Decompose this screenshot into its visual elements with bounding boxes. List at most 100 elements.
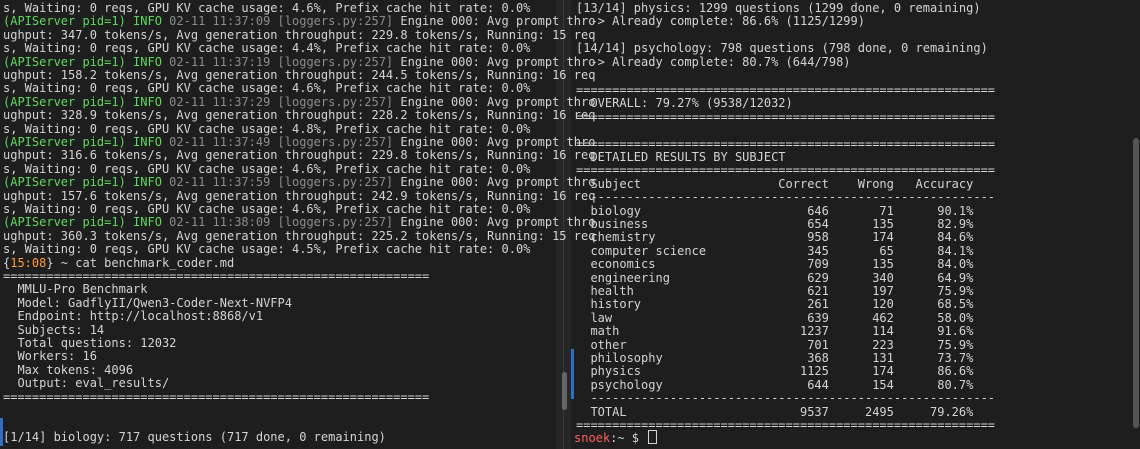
benchmark-info-text: Endpoint: http://localhost:8868/v1 [3, 309, 264, 324]
left-pane-scrollbar[interactable] [562, 372, 567, 410]
table-row: economics 709 135 84.0% [576, 257, 974, 272]
log-text: s, Waiting: 0 reqs, GPU KV cache usage: … [3, 242, 531, 257]
log-text: Engine 000: Avg prompt thro [393, 54, 596, 69]
rule-line: ========================================… [576, 164, 995, 177]
log-text: s, Waiting: 0 reqs, GPU KV cache usage: … [3, 81, 531, 96]
benchmark-info-text: Output: eval_results/ [3, 376, 170, 391]
table-row-text: biology 646 71 90.1% [576, 203, 974, 218]
prompt-time: 15:08 [10, 255, 47, 270]
dash-rule-text: ----------------------------------------… [576, 391, 996, 406]
section-title-line: DETAILED RESULTS BY SUBJECT [576, 150, 785, 164]
table-row: other 701 223 75.9% [576, 338, 973, 352]
benchmark-info-text: MMLU-Pro Benchmark [3, 282, 148, 297]
table-row: psychology 644 154 80.7% [576, 377, 974, 392]
benchmark-info-line: Total questions: 12032 [3, 336, 176, 350]
log-line: s, Waiting: 0 reqs, GPU KV cache usage: … [3, 242, 531, 257]
rule-line: ========================================… [3, 389, 430, 404]
prompt-brace-close: } ~ [46, 255, 76, 270]
log-text: ughput: 316.6 tokens/s, Avg generation t… [3, 148, 596, 163]
log-line: s, Waiting: 0 reqs, GPU KV cache usage: … [3, 82, 530, 95]
log-text: Engine 000: Avg prompt thro [393, 215, 596, 230]
shell-prompt-line: {15:08} ~ cat benchmark_coder.md [3, 255, 234, 270]
terminal-window: s, Waiting: 0 reqs, GPU KV cache usage: … [0, 0, 1140, 449]
log-line: s, Waiting: 0 reqs, GPU KV cache usage: … [3, 122, 530, 136]
table-row: health 621 197 75.9% [576, 284, 973, 298]
log-line: s, Waiting: 0 reqs, GPU KV cache usage: … [3, 41, 530, 55]
log-line: ughput: 360.3 tokens/s, Avg generation t… [3, 229, 595, 243]
log-line: (APIServer pid=1) INFO 02-11 11:37:29 [l… [3, 94, 596, 109]
log-meta: 02-11 11:37:29 [loggers.py:257] [161, 94, 394, 109]
table-row-text: chemistry 958 174 84.6% [576, 230, 974, 245]
table-row-text: physics 1125 174 86.6% [576, 364, 974, 379]
log-meta: 02-11 11:37:09 [loggers.py:257] [161, 14, 394, 29]
benchmark-info-text: Subjects: 14 [3, 322, 105, 337]
log-prefix: (APIServer pid=1) INFO [3, 54, 162, 69]
rule-text: ========================================… [3, 389, 430, 404]
log-prefix: (APIServer pid=1) INFO [3, 135, 162, 149]
table-row: business 654 135 82.9% [576, 217, 974, 231]
log-line: s, Waiting: 0 reqs, GPU KV cache usage: … [3, 161, 531, 176]
table-row: philosophy 368 131 73.7% [576, 351, 974, 365]
shell-prompt-line: snoek:~ $ [574, 430, 658, 445]
table-row: math 1237 114 91.6% [576, 324, 974, 339]
log-line: ughput: 328.9 tokens/s, Avg generation t… [3, 108, 595, 122]
right-pane-scrollbar[interactable] [1133, 138, 1139, 428]
status-text: -> Already complete: 80.7% (644/798) [576, 54, 851, 69]
rule-text: ========================================… [576, 136, 996, 151]
benchmark-info-line: Workers: 16 [3, 349, 97, 364]
prompt-path: :~ $ [610, 431, 647, 445]
rule-text: ========================================… [576, 83, 996, 97]
log-line: ughput: 157.6 tokens/s, Avg generation t… [3, 189, 595, 203]
log-text: ughput: 158.2 tokens/s, Avg generation t… [3, 68, 596, 82]
benchmark-info-line: Output: eval_results/ [3, 376, 170, 391]
log-line: ughput: 347.0 tokens/s, Avg generation t… [3, 28, 595, 42]
table-row: history 261 120 68.5% [576, 298, 973, 311]
table-row: law 639 462 58.0% [576, 310, 974, 325]
terminal-cursor[interactable] [648, 430, 658, 444]
log-meta: 02-11 11:38:09 [loggers.py:257] [161, 215, 394, 230]
rule-line: ========================================… [576, 109, 996, 124]
table-row-text: economics 709 135 84.0% [576, 257, 974, 272]
right-active-marker [571, 349, 574, 399]
table-row-text: philosophy 368 131 73.7% [576, 351, 974, 365]
status-line: [14/14] psychology: 798 questions (798 d… [576, 41, 988, 56]
rule-line: ========================================… [576, 83, 996, 97]
overall-line: OVERALL: 79.27% (9538/12032) [576, 96, 793, 111]
overall-text: OVERALL: 79.27% (9538/12032) [576, 96, 793, 111]
log-text: Engine 000: Avg prompt thro [393, 94, 596, 109]
log-line: (APIServer pid=1) INFO 02-11 11:38:09 [l… [3, 216, 595, 229]
table-row-text: history 261 120 68.5% [576, 297, 974, 312]
table-row-text: math 1237 114 91.6% [576, 324, 974, 339]
log-text: s, Waiting: 0 reqs, GPU KV cache usage: … [3, 1, 531, 15]
table-row: biology 646 71 90.1% [576, 203, 974, 218]
status-text: [14/14] psychology: 798 questions (798 d… [576, 41, 988, 56]
rule-line: ========================================… [576, 136, 996, 151]
benchmark-info-text: Model: GadflyII/Qwen3-Coder-Next-NVFP4 [3, 295, 292, 310]
log-text: Engine 000: Avg prompt thro [393, 135, 596, 149]
rule-text: ========================================… [576, 109, 996, 124]
status-line: -> Already complete: 80.7% (644/798) [576, 54, 851, 69]
table-row-text: engineering 629 340 64.9% [576, 270, 974, 285]
dash-rule: ----------------------------------------… [576, 391, 996, 406]
status-line: [13/14] physics: 1299 questions (1299 do… [576, 1, 981, 15]
benchmark-info-line: Subjects: 14 [3, 322, 105, 337]
table-row-text: business 654 135 82.9% [576, 217, 974, 231]
rule-line: ========================================… [3, 269, 429, 283]
status-text: -> Already complete: 86.6% (1125/1299) [576, 14, 865, 29]
progress-text: [1/14] biology: 717 questions (717 done,… [3, 430, 386, 444]
log-line: (APIServer pid=1) INFO 02-11 11:37:09 [l… [3, 15, 595, 28]
table-row-text: psychology 644 154 80.7% [576, 377, 974, 392]
benchmark-info-line: MMLU-Pro Benchmark [3, 282, 148, 297]
log-line: (APIServer pid=1) INFO 02-11 11:37:49 [l… [3, 135, 596, 149]
prompt-user: snoek [574, 431, 611, 445]
benchmark-info-text: Max tokens: 4096 [3, 362, 134, 377]
rule-text: ========================================… [576, 163, 996, 178]
benchmark-info-text: Workers: 16 [3, 349, 97, 364]
log-line: s, Waiting: 0 reqs, GPU KV cache usage: … [3, 1, 531, 15]
table-row-text: law 639 462 58.0% [576, 310, 974, 325]
table-header-text: Subject Correct Wrong Accuracy [576, 176, 974, 191]
log-meta: 02-11 11:37:59 [loggers.py:257] [161, 175, 394, 190]
log-text: s, Waiting: 0 reqs, GPU KV cache usage: … [3, 161, 531, 176]
log-line: ughput: 316.6 tokens/s, Avg generation t… [3, 149, 595, 162]
table-header: Subject Correct Wrong Accuracy [576, 176, 974, 191]
